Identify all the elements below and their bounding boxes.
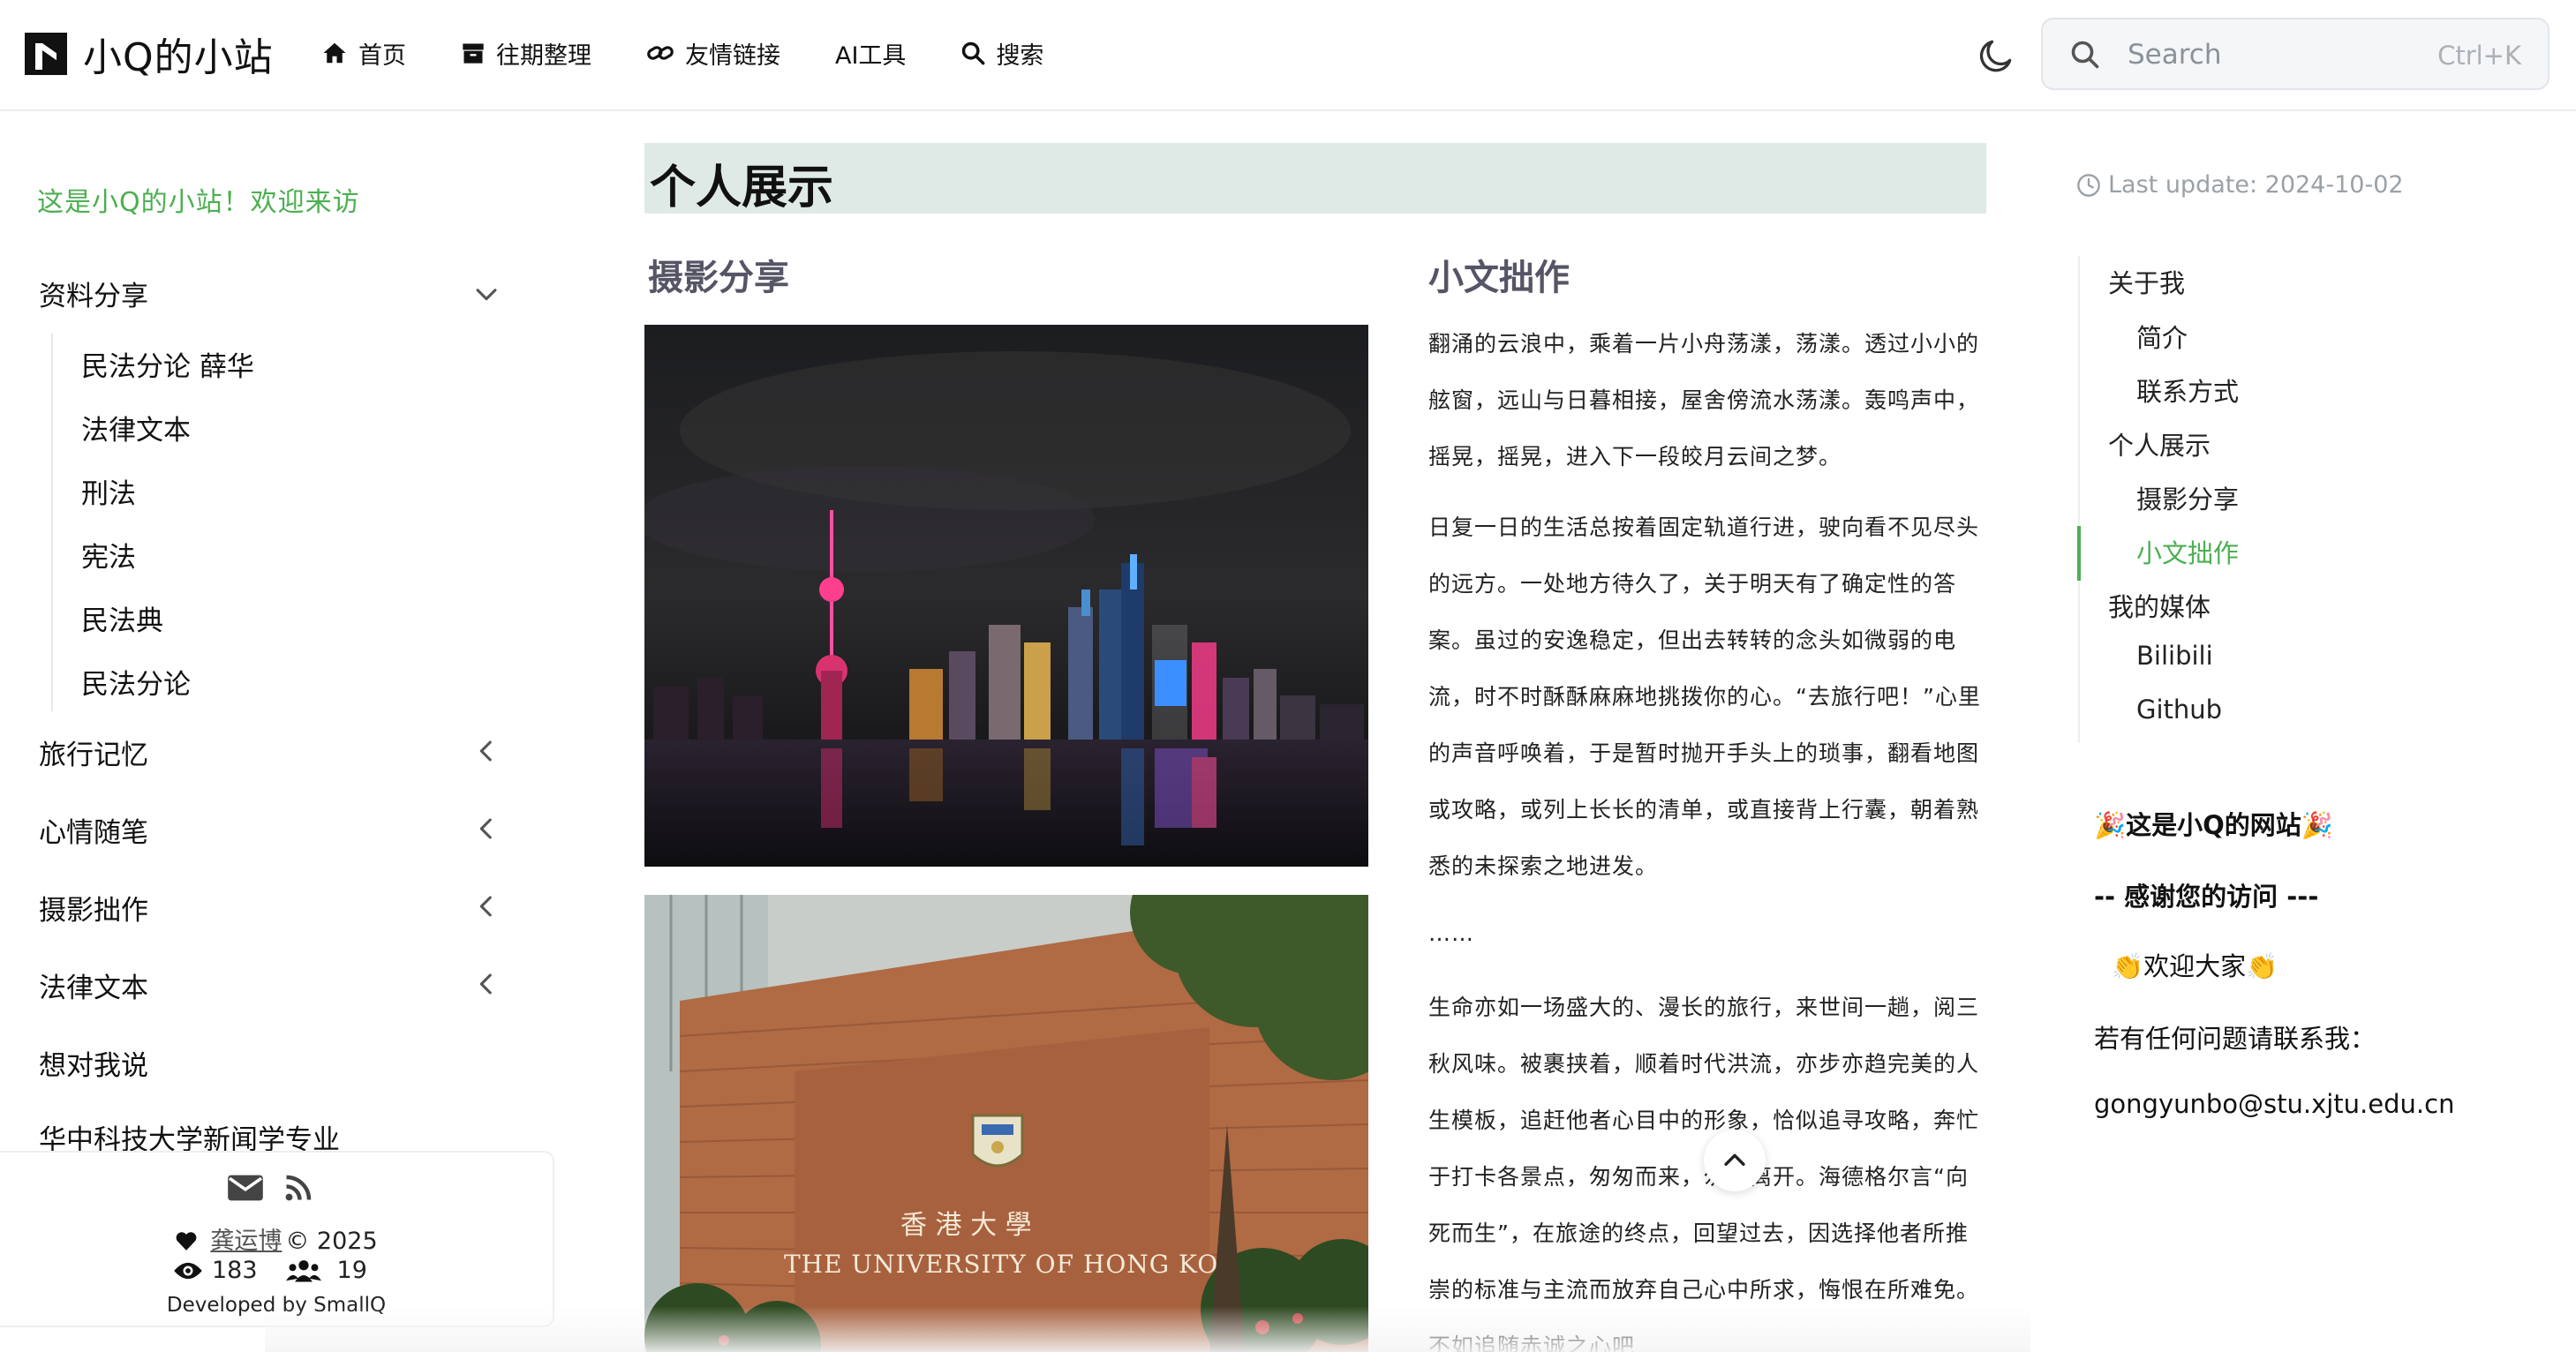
- moon-icon: [1979, 40, 2012, 72]
- sidebar-item-travel[interactable]: 旅行记忆: [39, 732, 148, 772]
- sidebar-subitem[interactable]: 民法分论 薛华: [81, 344, 254, 384]
- footer-icons: [226, 1172, 314, 1204]
- nav-home-label: 首页: [358, 41, 406, 70]
- chevron-up-icon: [1724, 1153, 1745, 1166]
- sidebar-subitem[interactable]: 民法分论: [81, 662, 191, 702]
- nav-friend-links[interactable]: 友情链接: [646, 36, 780, 71]
- search-placeholder: Search: [2128, 39, 2222, 71]
- toc-item-intro[interactable]: 简介: [2136, 318, 2188, 355]
- mail-icon[interactable]: [226, 1172, 265, 1204]
- toc-item-photography[interactable]: 摄影分享: [2136, 479, 2239, 516]
- sidebar-subitem[interactable]: 民法典: [81, 598, 163, 638]
- nav-friend-links-label: 友情链接: [685, 41, 780, 70]
- chevron-left-icon[interactable]: [471, 814, 501, 844]
- sidebar-tree-line: [51, 334, 53, 711]
- nav-home[interactable]: 首页: [321, 36, 406, 71]
- toc-item-showcase[interactable]: 个人展示: [2108, 425, 2211, 462]
- photo-shanghai-skyline[interactable]: [644, 325, 1368, 867]
- page-title-bar: 个人展示: [644, 143, 1986, 214]
- site-title: 小Q的小站: [83, 35, 274, 80]
- site-brand[interactable]: 小Q的小站: [25, 30, 274, 80]
- top-navbar: 小Q的小站 首页 往期整理 友情链接 AI工具 搜索 Search Ctrl+K: [0, 0, 2576, 111]
- side-note-welcome: 👏欢迎大家👏: [2112, 951, 2278, 981]
- photo-section-heading: 摄影分享: [648, 257, 789, 298]
- toc-item-github[interactable]: Github: [2136, 695, 2222, 725]
- toc-item-about[interactable]: 关于我: [2108, 263, 2185, 300]
- side-note-contact-prompt: 若有任何问题请联系我：: [2094, 1024, 2376, 1054]
- page-title: 个人展示: [650, 161, 834, 214]
- essay-paragraph: 翻涌的云浪中，乘着一片小舟荡漾，荡漾。透过小小的舷窗，远山与日暮相接，屋舍傍流水…: [1428, 331, 1980, 469]
- users-icon: [285, 1259, 321, 1281]
- author-link[interactable]: 龚运博: [210, 1228, 282, 1255]
- logo-icon: [25, 33, 67, 75]
- essay-section-heading: 小文拙作: [1428, 257, 1570, 298]
- essay-ellipsis: ……: [1428, 920, 1474, 946]
- toc-item-media[interactable]: 我的媒体: [2108, 587, 2211, 624]
- footer-credit: 龚运博 © 2025: [0, 1221, 553, 1256]
- toc-item-essays[interactable]: 小文拙作: [2136, 533, 2239, 570]
- side-note-thanks: -- 感谢您的访问 ---: [2094, 882, 2319, 912]
- nav-archive[interactable]: 往期整理: [461, 36, 591, 71]
- chevron-left-icon[interactable]: [471, 736, 501, 766]
- hku-crest: [971, 1114, 1024, 1168]
- chevron-down-icon[interactable]: [471, 279, 501, 309]
- copyright-text: © 2025: [285, 1228, 378, 1255]
- toc-active-marker: [2077, 526, 2081, 581]
- hku-photo: 香 港 大 學 THE UNIVERSITY OF HONG KONG: [644, 895, 1368, 1352]
- footer-stats: 183 19: [173, 1257, 367, 1284]
- rss-icon[interactable]: [282, 1172, 314, 1204]
- search-shortcut: Ctrl+K: [2437, 41, 2521, 71]
- nav-search[interactable]: 搜索: [960, 36, 1043, 71]
- essay-paragraph: 日复一日的生活总按着固定轨道行进，驶向看不见尽头的远方。一处地方待久了，关于明天…: [1428, 515, 1981, 879]
- developed-by: Developed by SmallQ: [166, 1294, 387, 1317]
- sidebar-subitem[interactable]: 宪法: [81, 535, 136, 575]
- chevron-left-icon[interactable]: [471, 969, 501, 999]
- hku-sign-cn: 香 港 大 學: [900, 1210, 1032, 1241]
- nav-search-label: 搜索: [996, 41, 1044, 70]
- sidebar-item-resources[interactable]: 资料分享: [39, 274, 148, 313]
- sidebar-subitem[interactable]: 法律文本: [81, 408, 191, 447]
- skyline-photo: [644, 325, 1368, 867]
- sidebar-item-law-texts[interactable]: 法律文本: [39, 965, 148, 1005]
- hku-sign-en: THE UNIVERSITY OF HONG KONG: [784, 1250, 1262, 1279]
- chevron-left-icon[interactable]: [471, 891, 501, 921]
- toc-item-bilibili[interactable]: Bilibili: [2136, 641, 2213, 671]
- link-icon: [647, 46, 674, 60]
- contact-email[interactable]: gongyunbo@stu.xjtu.edu.cn: [2094, 1089, 2454, 1119]
- sidebar-item-message[interactable]: 想对我说: [39, 1043, 148, 1083]
- eye-icon: [174, 1262, 202, 1279]
- toc-item-contact[interactable]: 联系方式: [2136, 372, 2239, 409]
- nav-ai-tools[interactable]: AI工具: [835, 36, 906, 71]
- visitors-count: 19: [336, 1257, 367, 1284]
- side-note-title: 🎉这是小Q的网站🎉: [2094, 810, 2333, 840]
- views-count: 183: [212, 1257, 258, 1284]
- search-icon: [962, 41, 985, 65]
- nav-ai-tools-label: AI工具: [835, 41, 907, 70]
- main-nav: 首页 往期整理 友情链接 AI工具 搜索: [321, 34, 1098, 72]
- back-to-top-button[interactable]: [1704, 1130, 1766, 1191]
- sidebar-welcome[interactable]: 这是小Q的小站！欢迎来访: [37, 180, 360, 219]
- home-icon: [323, 42, 346, 64]
- toc-line: [2078, 256, 2080, 743]
- last-update: Last update: 2024-10-02: [2076, 171, 2404, 199]
- search-input[interactable]: Search Ctrl+K: [2041, 18, 2550, 90]
- search-icon: [2071, 41, 2099, 69]
- last-update-text: Last update: 2024-10-02: [2108, 171, 2404, 199]
- left-sidebar: 这是小Q的小站！欢迎来访 资料分享 民法分论 薛华 法律文本 刑法 宪法 民法典…: [0, 113, 554, 1352]
- heart-icon: [176, 1232, 197, 1251]
- archive-icon: [463, 43, 484, 64]
- sidebar-item-photography[interactable]: 摄影拙作: [39, 888, 148, 928]
- sidebar-footer: 龚运博 © 2025 183 19 Developed by SmallQ: [0, 1151, 554, 1327]
- photo-hku-building[interactable]: 香 港 大 學 THE UNIVERSITY OF HONG KONG: [644, 895, 1368, 1352]
- nav-archive-label: 往期整理: [496, 41, 591, 70]
- sidebar-item-notes[interactable]: 心情随笔: [39, 810, 148, 850]
- theme-toggle-button[interactable]: [1977, 35, 2016, 74]
- sidebar-subitem[interactable]: 刑法: [81, 471, 136, 511]
- clock-icon: [2077, 173, 2100, 197]
